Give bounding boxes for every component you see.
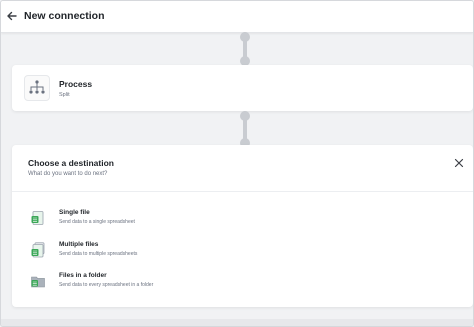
flow-connector <box>238 111 252 148</box>
option-label: Multiple files <box>59 241 99 248</box>
process-step-card[interactable]: Process Split <box>12 65 473 111</box>
folder-files-icon <box>31 276 45 288</box>
split-process-icon <box>24 75 50 101</box>
app-window: New connection Process Split Choose a de… <box>0 0 474 327</box>
process-subtitle: Split <box>59 92 70 98</box>
single-file-icon <box>31 211 44 225</box>
option-description: Send data to multiple spreadsheets <box>59 251 138 257</box>
top-bar: New connection <box>1 1 473 33</box>
option-files-in-folder[interactable]: Files in a folder Send data to every spr… <box>24 270 224 292</box>
bottom-divider <box>1 319 473 326</box>
destination-subtitle: What do you want to do next? <box>28 171 108 177</box>
option-single-file[interactable]: Single file Send data to a single spread… <box>24 207 224 229</box>
process-title: Process <box>59 79 93 89</box>
option-label: Single file <box>59 209 90 216</box>
flow-connector <box>238 32 252 66</box>
destination-header: Choose a destination What do you want to… <box>12 145 473 192</box>
option-description: Send data to a single spreadsheet <box>59 219 135 225</box>
option-label: Files in a folder <box>59 272 107 279</box>
multiple-files-icon <box>31 242 45 258</box>
close-icon[interactable] <box>453 157 465 169</box>
destination-panel: Choose a destination What do you want to… <box>12 145 473 307</box>
page-title: New connection <box>24 10 105 22</box>
option-multiple-files[interactable]: Multiple files Send data to multiple spr… <box>24 239 224 261</box>
destination-title: Choose a destination <box>28 158 114 168</box>
option-description: Send data to every spreadsheet in a fold… <box>59 282 154 288</box>
back-arrow-icon[interactable] <box>5 9 19 23</box>
